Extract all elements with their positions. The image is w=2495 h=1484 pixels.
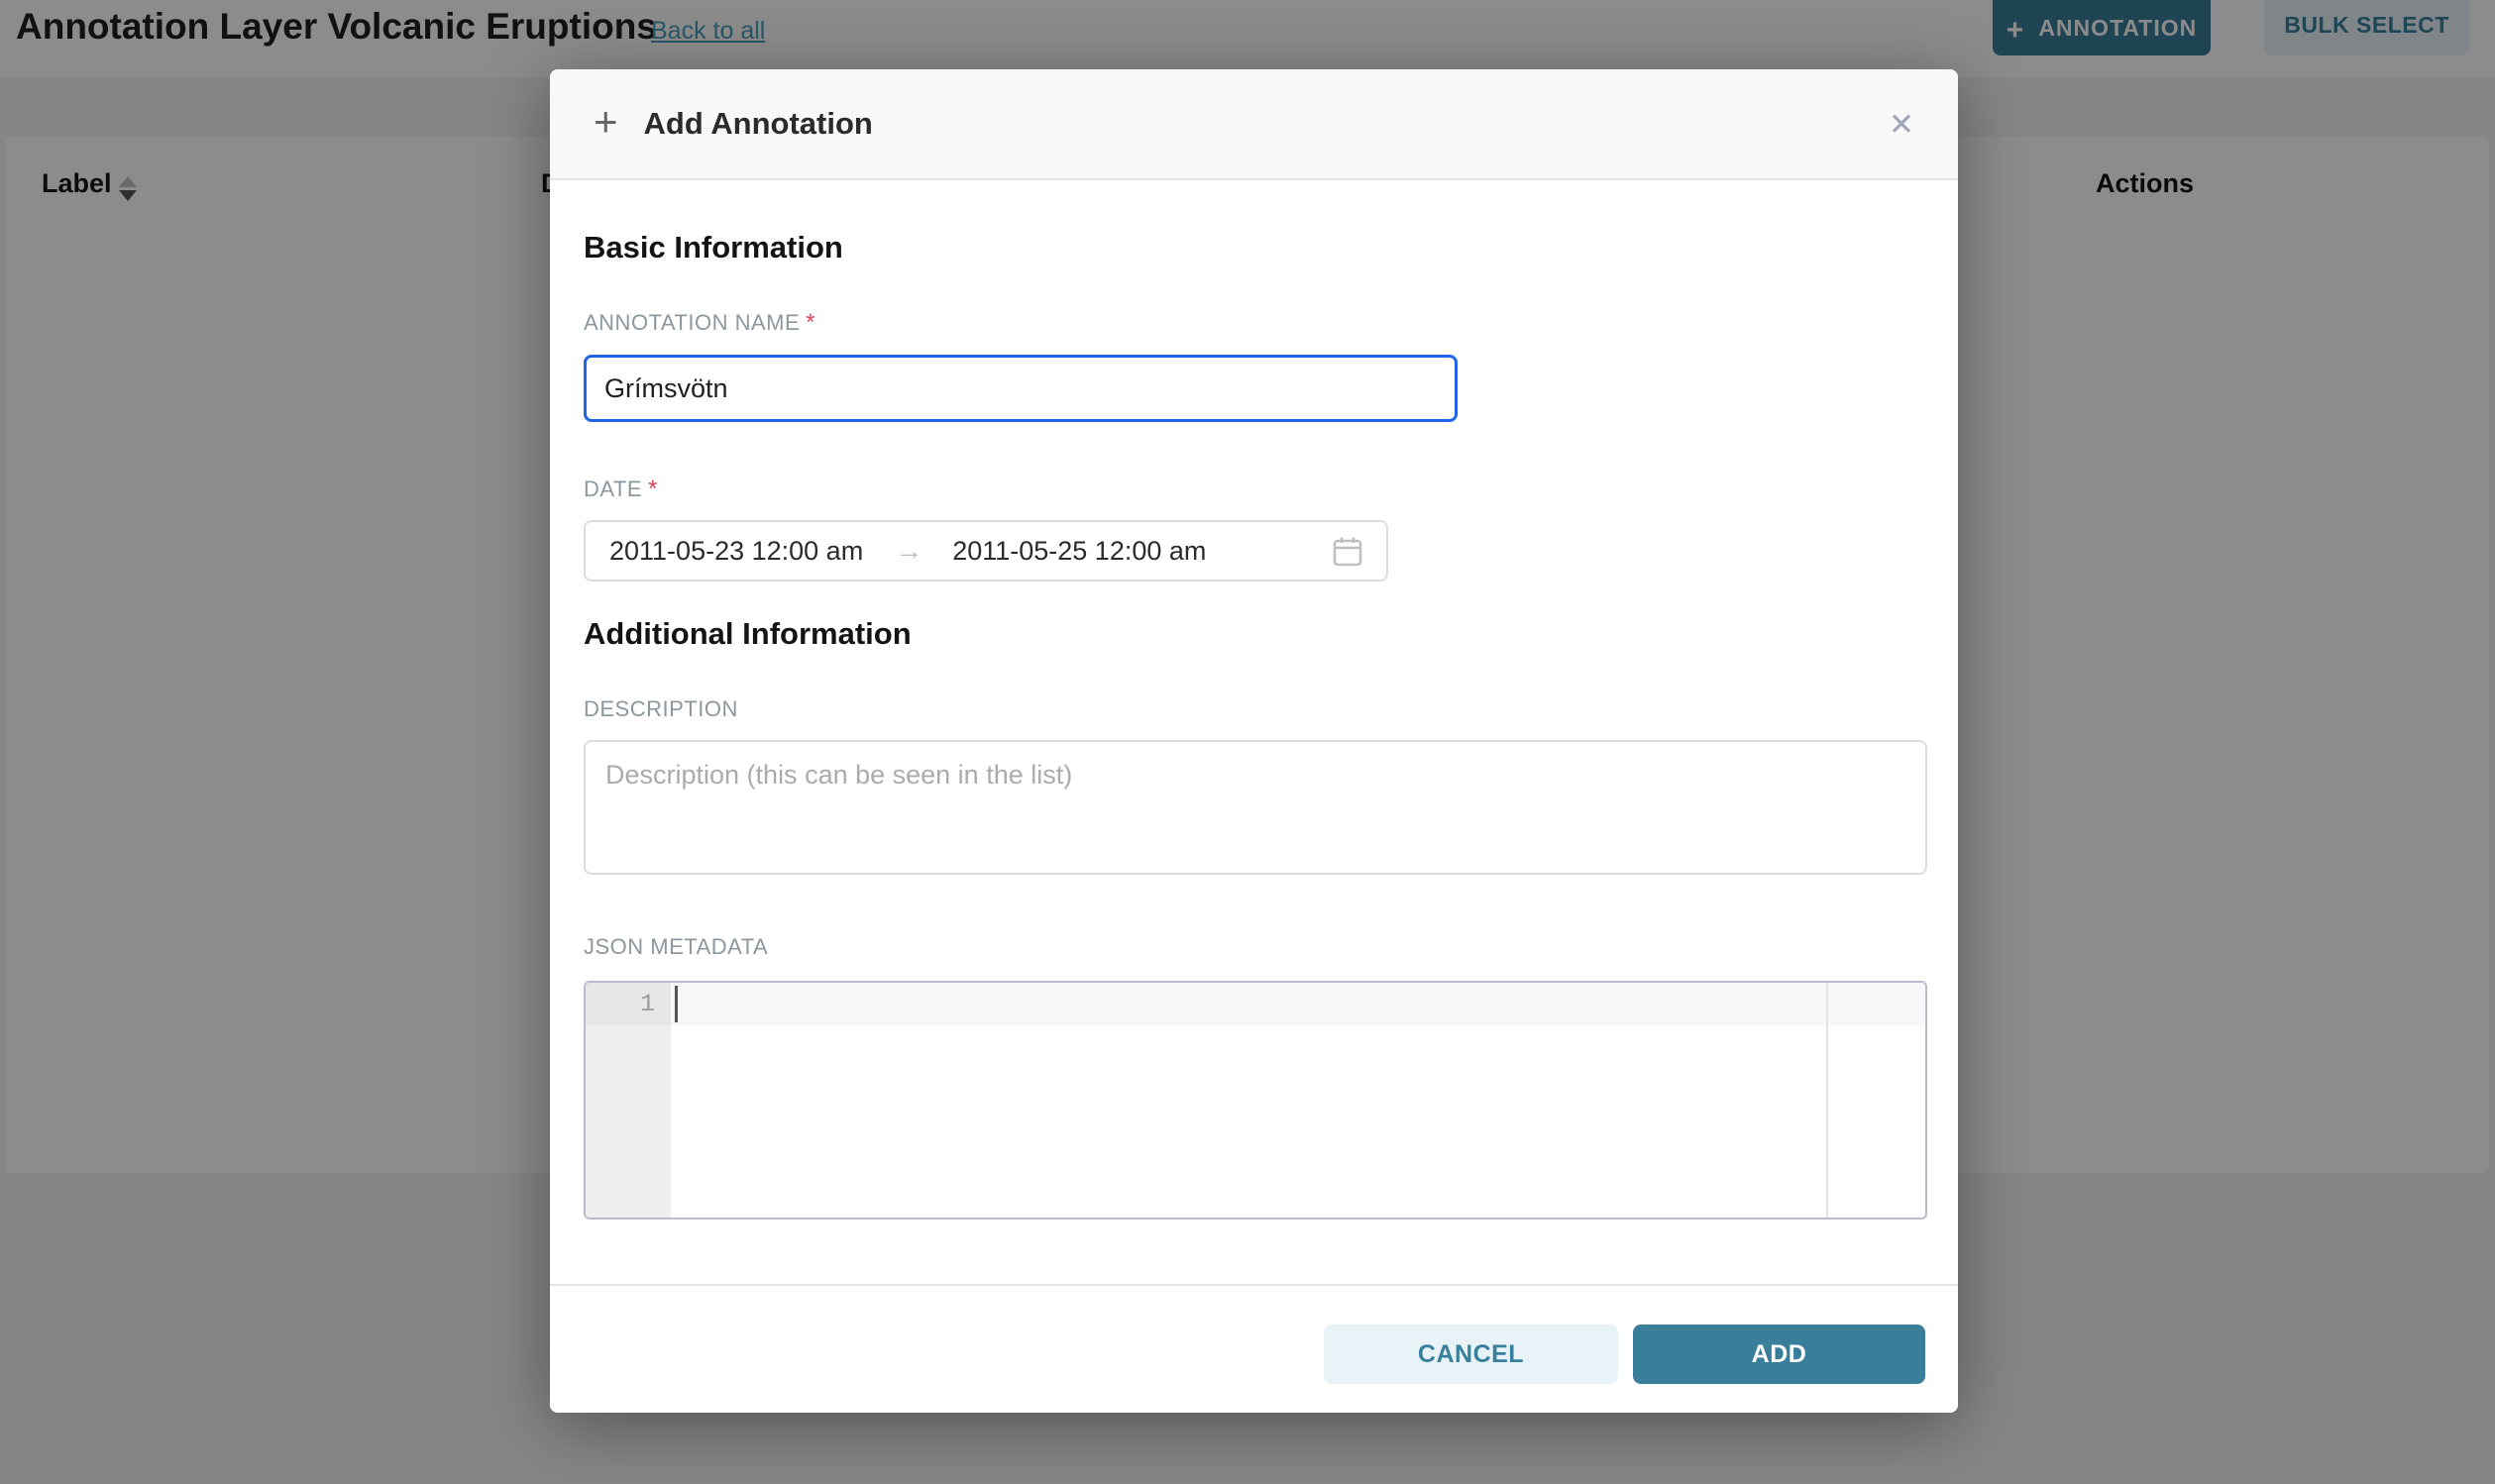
plus-icon: + [594, 98, 618, 146]
add-button[interactable]: ADD [1633, 1325, 1925, 1384]
modal-footer: CANCEL ADD [550, 1284, 1958, 1413]
add-annotation-modal: + Add Annotation ✕ Basic Information ANN… [550, 69, 1958, 1413]
description-textarea[interactable] [584, 740, 1927, 875]
json-metadata-editor[interactable]: 1 [584, 981, 1927, 1219]
calendar-icon [1331, 534, 1364, 568]
date-range-picker[interactable]: 2011-05-23 12:00 am → 2011-05-25 12:00 a… [584, 520, 1388, 582]
editor-print-margin [1826, 983, 1828, 1218]
range-arrow-icon: → [895, 535, 922, 567]
editor-active-line [671, 983, 1925, 1025]
required-asterisk: * [806, 309, 815, 336]
annotation-name-input[interactable] [584, 355, 1458, 422]
editor-cursor [675, 986, 678, 1022]
required-asterisk: * [648, 476, 658, 502]
date-start-value[interactable]: 2011-05-23 12:00 am [609, 536, 863, 567]
annotation-name-label: ANNOTATION NAME* [584, 309, 815, 337]
description-label: DESCRIPTION [584, 696, 738, 722]
line-number: 1 [586, 983, 671, 1025]
json-metadata-label: JSON METADATA [584, 934, 768, 960]
section-additional-information: Additional Information [584, 616, 912, 652]
date-label: DATE* [584, 476, 658, 503]
cancel-button[interactable]: CANCEL [1324, 1325, 1618, 1384]
editor-gutter: 1 [586, 983, 671, 1218]
date-end-value[interactable]: 2011-05-25 12:00 am [952, 536, 1206, 567]
modal-title: Add Annotation [644, 106, 873, 142]
close-icon[interactable]: ✕ [1889, 109, 1914, 140]
modal-header: + Add Annotation ✕ [550, 69, 1958, 180]
section-basic-information: Basic Information [584, 230, 843, 265]
